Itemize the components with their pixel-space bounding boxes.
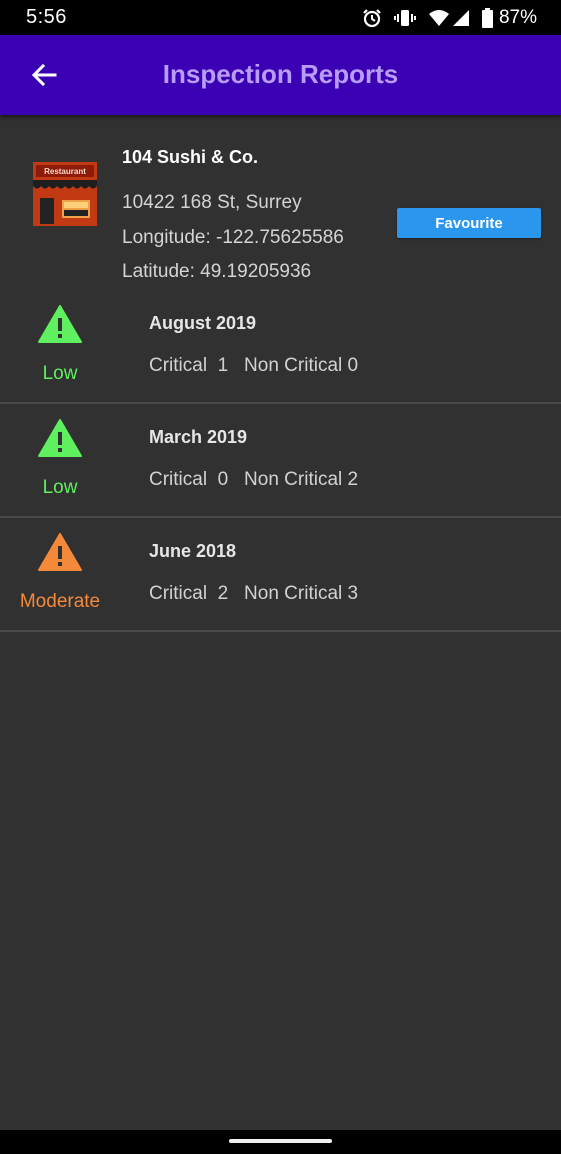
violation-counts: Critical 1 Non Critical 0 [149,355,358,377]
hazard-level: Low [42,363,78,384]
restaurant-longitude: Longitude: -122.75625586 [122,227,344,248]
restaurant-name: 104 Sushi & Co. [122,147,259,167]
warning-triangle-icon [38,305,82,343]
inspection-row[interactable]: Low August 2019 Critical 1 Non Critical … [0,290,561,404]
status-time: 5:56 [26,6,67,28]
restaurant-latitude: Latitude: 49.19205936 [122,261,312,282]
non-critical-count: 3 [347,583,359,604]
wifi-icon [428,9,450,27]
inspection-row[interactable]: Low March 2019 Critical 0 Non Critical 2 [0,404,561,518]
restaurant-address: 10422 168 St, Surrey [122,192,302,213]
non-critical-label: Non Critical [244,355,343,376]
inspection-row[interactable]: Moderate June 2018 Critical 2 Non Critic… [0,518,561,632]
warning-triangle-icon [38,533,82,571]
alarm-icon [362,8,382,28]
status-icons: 87% [362,6,537,30]
battery-icon [481,8,493,28]
critical-label: Critical [149,355,208,376]
restaurant-storefront-icon: Restaurant [33,162,97,226]
critical-label: Critical [149,469,208,490]
battery-percentage: 87% [498,7,537,28]
violation-counts: Critical 0 Non Critical 2 [149,469,358,491]
navigation-bar [0,1130,561,1154]
critical-count: 2 [217,583,229,604]
critical-count: 0 [217,469,229,490]
app-screen: 5:56 87% Inspection Reports Restaurant 1… [0,0,561,1154]
page-title: Inspection Reports [162,59,399,89]
non-critical-label: Non Critical [244,583,343,604]
violation-counts: Critical 2 Non Critical 3 [149,583,358,605]
critical-label: Critical [149,583,208,604]
vibrate-icon [393,8,416,28]
hazard-level: Low [42,477,78,498]
signal-icon [452,9,470,27]
non-critical-count: 0 [347,355,359,376]
favourite-button[interactable]: Favourite [397,208,541,238]
hazard-level: Moderate [19,591,101,612]
app-bar: Inspection Reports [0,35,561,115]
warning-triangle-icon [38,419,82,457]
non-critical-count: 2 [347,469,359,490]
inspection-date: June 2018 [149,541,237,561]
inspection-list: Low August 2019 Critical 1 Non Critical … [0,290,561,632]
restaurant-sign-text: Restaurant [44,167,86,176]
status-bar: 5:56 87% [0,0,561,35]
non-critical-label: Non Critical [244,469,343,490]
critical-count: 1 [217,355,229,376]
inspection-date: March 2019 [149,427,248,447]
home-gesture-handle[interactable] [229,1139,332,1143]
inspection-date: August 2019 [149,313,257,333]
